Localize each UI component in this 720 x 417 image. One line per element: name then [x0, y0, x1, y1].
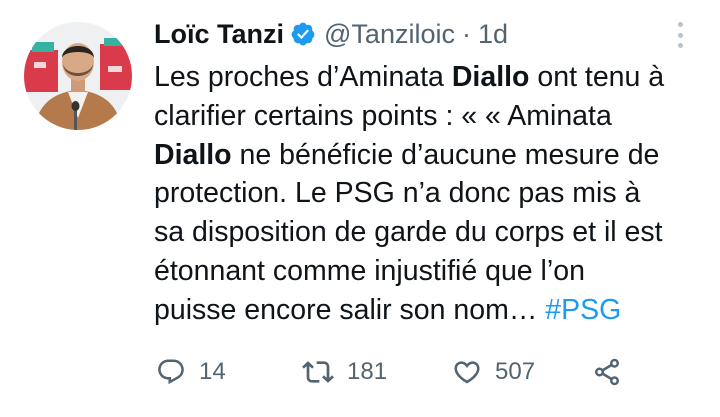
verified-badge-icon [290, 21, 316, 47]
author-name[interactable]: Loïc Tanzi [154, 19, 284, 50]
avatar[interactable] [24, 22, 132, 130]
share-button[interactable] [592, 357, 622, 387]
retweet-count: 181 [347, 358, 388, 385]
like-count: 507 [495, 358, 536, 385]
tweet-actions: 14 181 507 [156, 352, 622, 392]
tweet-text-line: puisse encore salir son nom… #PSG [154, 291, 702, 330]
tweet-text-line: sa disposition de garde du corps et il e… [154, 213, 702, 252]
mention-bold-text: Diallo [451, 61, 530, 93]
tweet-text-segment: sa disposition de garde du corps et il e… [154, 216, 663, 249]
tweet-text: Les proches d’Aminata Diallo ont tenu àc… [154, 58, 702, 330]
reply-button[interactable]: 14 [156, 357, 302, 387]
mention-bold-text: Diallo [154, 138, 232, 171]
separator-dot: · [461, 18, 471, 49]
retweet-icon [302, 361, 334, 383]
tweet-text-segment: ont tenu à [529, 61, 665, 93]
reply-icon [158, 359, 184, 385]
share-icon [595, 358, 619, 386]
like-button[interactable]: 507 [452, 357, 592, 387]
tweet-text-segment: étonnant comme injustifié que l’on [154, 254, 585, 287]
tweet-timestamp[interactable]: 1d [478, 19, 508, 50]
tweet-text-segment: ne bénéficie d’aucune mesure de [231, 138, 660, 171]
tweet-text-segment: protection. Le PSG n’a donc pas mis à [154, 177, 641, 210]
tweet-text-segment: clarifier certains points : « « Aminata [154, 99, 612, 132]
tweet-text-line: clarifier certains points : « « Aminata [154, 97, 702, 136]
author-handle[interactable]: @Tanziloic [324, 19, 455, 50]
hashtag-link[interactable]: #PSG [545, 294, 621, 326]
tweet-text-line: Les proches d’Aminata Diallo ont tenu à [154, 58, 702, 97]
tweet-header: Loïc Tanzi @Tanziloic · 1d [154, 12, 508, 56]
reply-count: 14 [199, 358, 226, 385]
tweet-text-line: étonnant comme injustifié que l’on [154, 252, 702, 291]
tweet-text-line: Diallo ne bénéficie d’aucune mesure de [154, 136, 702, 175]
tweet[interactable]: Loïc Tanzi @Tanziloic · 1d Les proches d… [0, 0, 720, 417]
avatar-image [24, 22, 132, 130]
tweet-text-segment: Les proches d’Aminata [154, 61, 452, 93]
tweet-text-line: protection. Le PSG n’a donc pas mis à [154, 174, 702, 213]
more-options-icon[interactable] [670, 22, 690, 48]
heart-icon [454, 361, 480, 384]
tweet-text-segment: puisse encore salir son nom… [154, 293, 546, 326]
retweet-button[interactable]: 181 [302, 356, 452, 388]
